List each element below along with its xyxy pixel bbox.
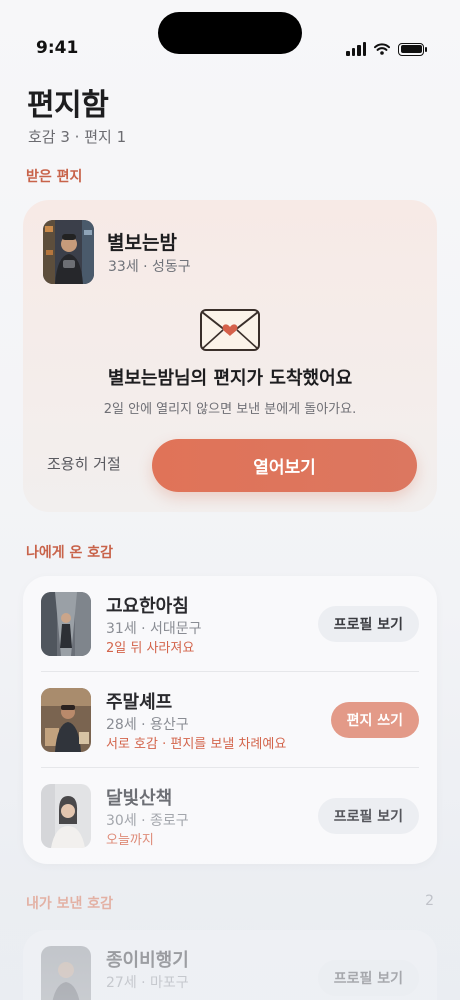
status-icons bbox=[346, 42, 427, 56]
avatar bbox=[41, 946, 91, 1000]
avatar bbox=[41, 784, 91, 848]
page-subtitle: 호감 3 · 편지 1 bbox=[28, 128, 127, 146]
letter-arrived-title: 별보는밤님의 편지가 도착했어요 bbox=[107, 368, 353, 389]
item-name: 고요한아침 bbox=[106, 596, 189, 617]
list-item[interactable]: 고요한아침 31세 · 서대문구 2일 뒤 사라져요 프로필 보기 bbox=[23, 576, 437, 672]
item-status: 2일 뒤 사라져요 bbox=[106, 641, 195, 656]
signal-icon bbox=[346, 42, 366, 56]
decline-button[interactable]: 조용히 거절 bbox=[47, 444, 121, 484]
item-name: 종이비행기 bbox=[106, 950, 189, 971]
item-meta: 31세 · 서대문구 bbox=[106, 621, 202, 637]
avatar bbox=[41, 688, 91, 752]
item-meta: 30세 · 종로구 bbox=[106, 813, 189, 829]
view-profile-button[interactable]: 프로필 보기 bbox=[317, 606, 419, 642]
wifi-icon bbox=[374, 43, 390, 55]
write-letter-button[interactable]: 편지 쓰기 bbox=[330, 702, 419, 738]
item-name: 달빛산책 bbox=[106, 788, 173, 809]
sender-meta: 33세 · 성동구 bbox=[108, 259, 191, 275]
section-label-likes-sent: 내가 보낸 호감 bbox=[26, 896, 114, 912]
likes-received-list: 고요한아침 31세 · 서대문구 2일 뒤 사라져요 프로필 보기 주말셰프 2… bbox=[23, 576, 437, 864]
status-bar: 9:41 bbox=[0, 0, 460, 70]
list-item[interactable]: 종이비행기 27세 · 마포구 프로필 보기 bbox=[23, 930, 437, 1000]
item-status: 서로 호감 · 편지를 보낼 차례예요 bbox=[106, 737, 287, 752]
open-letter-button[interactable]: 열어보기 bbox=[152, 439, 417, 492]
likes-sent-count: 2 bbox=[425, 893, 434, 909]
item-status: 오늘까지 bbox=[106, 833, 154, 848]
section-label-received-letter: 받은 편지 bbox=[26, 169, 83, 185]
sender-name: 별보는밤 bbox=[107, 232, 177, 254]
item-meta: 28세 · 용산구 bbox=[106, 717, 189, 733]
list-item[interactable]: 달빛산책 30세 · 종로구 오늘까지 프로필 보기 bbox=[23, 768, 437, 864]
item-meta: 27세 · 마포구 bbox=[106, 975, 189, 991]
list-item[interactable]: 주말셰프 28세 · 용산구 서로 호감 · 편지를 보낼 차례예요 편지 쓰기 bbox=[23, 672, 437, 768]
battery-icon bbox=[398, 42, 427, 56]
section-label-likes-received: 나에게 온 호감 bbox=[26, 545, 114, 561]
view-profile-button[interactable]: 프로필 보기 bbox=[317, 960, 419, 996]
page-title: 편지함 bbox=[27, 88, 109, 123]
dynamic-island bbox=[158, 12, 302, 54]
item-name: 주말셰프 bbox=[106, 692, 173, 713]
envelope-heart-icon bbox=[200, 309, 260, 351]
sender-avatar[interactable] bbox=[43, 220, 94, 284]
view-profile-button[interactable]: 프로필 보기 bbox=[317, 798, 419, 834]
letter-expiry-note: 2일 안에 열리지 않으면 보낸 분에게 돌아가요. bbox=[103, 402, 357, 417]
status-time: 9:41 bbox=[36, 38, 79, 58]
received-letter-card: 별보는밤 33세 · 성동구 별보는밤님의 편지가 도착했어요 2일 안에 열리… bbox=[23, 200, 437, 512]
likes-sent-list: 종이비행기 27세 · 마포구 프로필 보기 bbox=[23, 930, 437, 1000]
avatar bbox=[41, 592, 91, 656]
